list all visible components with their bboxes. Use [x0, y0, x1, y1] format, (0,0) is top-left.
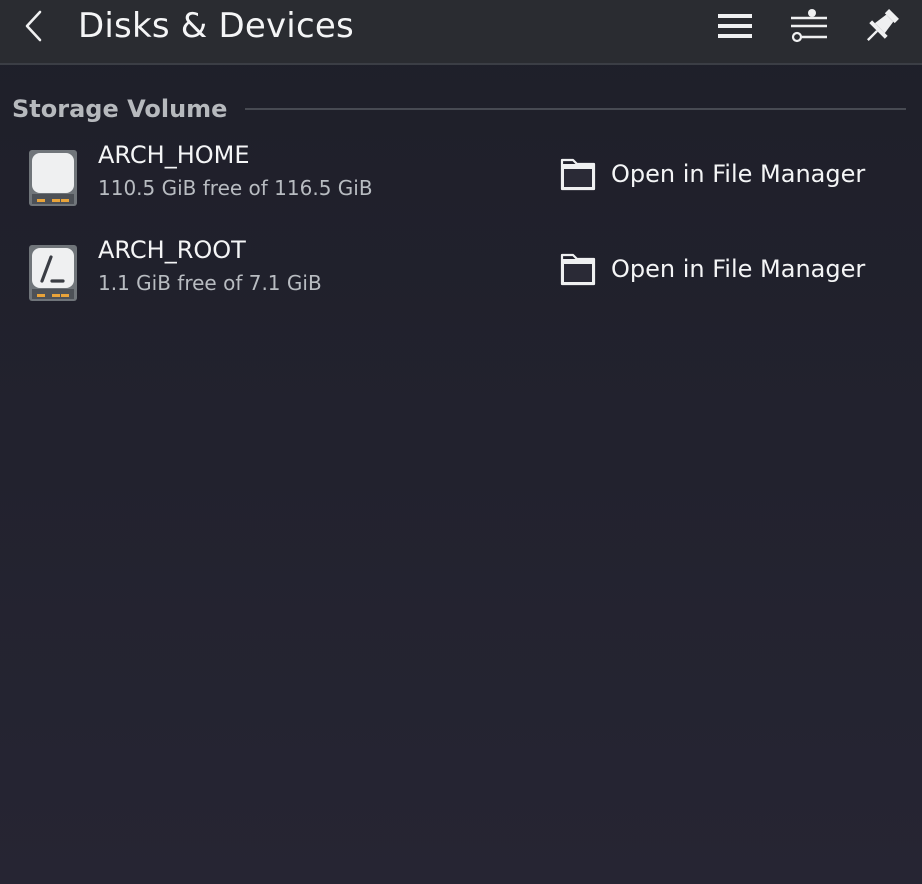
pin-icon	[867, 9, 899, 41]
open-in-file-manager-label: Open in File Manager	[611, 255, 866, 283]
folder-icon	[560, 158, 596, 191]
volume-name: ARCH_HOME	[98, 141, 250, 169]
volume-free-space: 110.5 GiB free of 116.5 GiB	[98, 176, 373, 200]
section-divider	[245, 108, 906, 110]
page-title: Disks & Devices	[78, 6, 354, 46]
volume-name: ARCH_ROOT	[98, 236, 246, 264]
folder-icon	[560, 253, 596, 286]
back-button[interactable]	[18, 6, 54, 46]
open-in-file-manager-label: Open in File Manager	[611, 160, 866, 188]
volume-item-arch-home[interactable]: ARCH_HOME 110.5 GiB free of 116.5 GiB Op…	[0, 140, 922, 230]
menu-button[interactable]	[713, 4, 757, 48]
open-in-file-manager-button[interactable]: Open in File Manager	[558, 249, 898, 289]
header-bar: Disks & Devices	[0, 0, 922, 65]
open-in-file-manager-button[interactable]: Open in File Manager	[558, 154, 898, 194]
chevron-left-icon	[25, 10, 42, 42]
section-title: Storage Volume	[12, 95, 228, 123]
configure-button[interactable]	[787, 4, 831, 48]
pin-button[interactable]	[860, 4, 904, 48]
drive-root-icon	[29, 245, 77, 301]
volume-free-space: 1.1 GiB free of 7.1 GiB	[98, 271, 322, 295]
sliders-icon	[791, 9, 827, 43]
drive-harddisk-icon	[29, 150, 77, 206]
hamburger-menu-icon	[718, 14, 752, 38]
volume-item-arch-root[interactable]: ARCH_ROOT 1.1 GiB free of 7.1 GiB Open i…	[0, 235, 922, 325]
